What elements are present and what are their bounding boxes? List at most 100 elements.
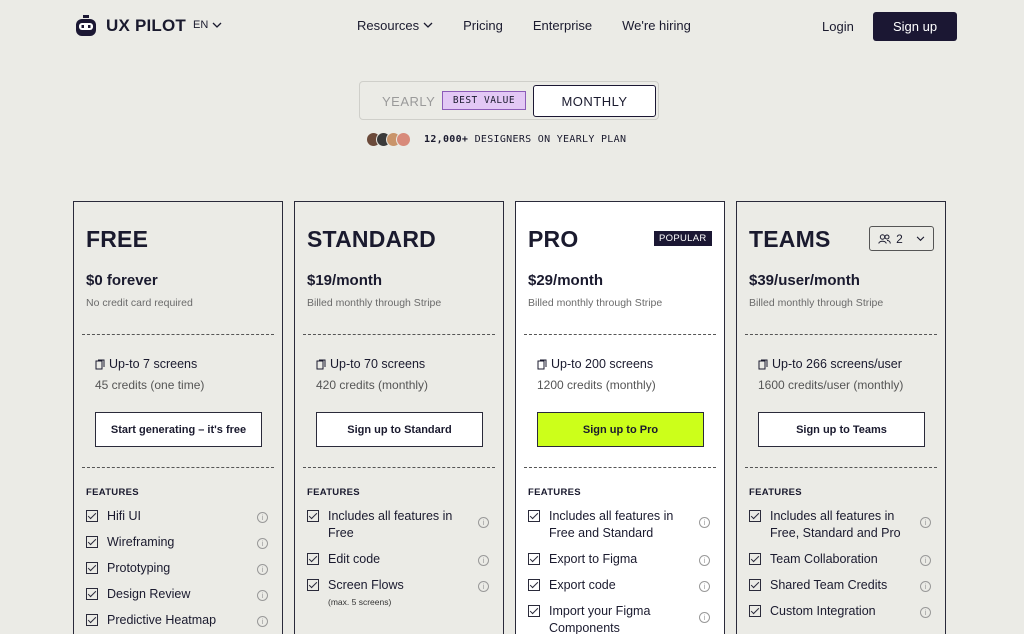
- info-icon[interactable]: i: [257, 538, 268, 549]
- start-generating-button[interactable]: Start generating – it's free: [95, 412, 262, 447]
- nav-link-label: Enterprise: [532, 18, 593, 33]
- info-icon[interactable]: i: [699, 517, 710, 528]
- nav-link-label: We're hiring: [622, 18, 691, 33]
- checkbox-checked-icon: [86, 614, 98, 626]
- screens-label: Up-to 7 screens: [109, 357, 198, 371]
- feature-text: Design Review: [107, 587, 191, 601]
- plan-name: STANDARD: [307, 226, 436, 252]
- checkbox-checked-icon: [528, 605, 540, 617]
- feature-text: Includes all features in Free: [328, 509, 453, 540]
- info-icon[interactable]: i: [920, 555, 931, 566]
- plan-price: $19/month: [307, 272, 383, 289]
- feature-text: Custom Integration: [770, 604, 876, 618]
- features-label: FEATURES: [86, 487, 139, 498]
- features-label: FEATURES: [528, 487, 581, 498]
- divider: [745, 467, 937, 468]
- feature-text: Wireframing: [107, 535, 175, 549]
- feature-text: Prototyping: [107, 561, 171, 575]
- feature-item: Prototyping i: [86, 560, 272, 577]
- plan-screens: Up-to 7 screens: [95, 357, 197, 371]
- chevron-down-icon: [212, 22, 222, 28]
- plan-screens: Up-to 70 screens: [316, 357, 425, 371]
- plan-name: TEAMS: [749, 226, 831, 252]
- language-label: EN: [193, 19, 209, 31]
- feature-item: Export code i: [528, 577, 714, 594]
- robot-pilot-icon: [76, 15, 96, 36]
- info-icon[interactable]: i: [920, 607, 931, 618]
- info-icon[interactable]: i: [478, 517, 489, 528]
- screens-label: Up-to 266 screens/user: [772, 357, 902, 371]
- feature-text: Import your Figma Components: [549, 604, 651, 634]
- nav-link-hiring[interactable]: We're hiring: [622, 18, 691, 33]
- info-icon[interactable]: i: [478, 555, 489, 566]
- info-icon[interactable]: i: [699, 581, 710, 592]
- feature-text: Hifi UI: [107, 509, 142, 523]
- signup-button[interactable]: Sign up: [873, 12, 957, 41]
- feature-subtext: (max. 5 screens): [328, 597, 392, 607]
- signup-teams-button[interactable]: Sign up to Teams: [758, 412, 925, 447]
- nav-link-pricing[interactable]: Pricing: [463, 18, 503, 33]
- info-icon[interactable]: i: [257, 512, 268, 523]
- info-icon[interactable]: i: [920, 581, 931, 592]
- feature-item: Design Review i: [86, 586, 272, 603]
- feature-list: Hifi UI i Wireframing i Prototyping i Desig…: [86, 508, 272, 634]
- feature-text: Export code: [549, 578, 616, 592]
- info-icon[interactable]: i: [257, 564, 268, 575]
- login-link[interactable]: Login: [822, 19, 854, 34]
- checkbox-checked-icon: [528, 510, 540, 522]
- plan-screens: Up-to 200 screens: [537, 357, 653, 371]
- avatar: [396, 132, 411, 147]
- checkbox-checked-icon: [86, 536, 98, 548]
- feature-list: Includes all features in Free i Edit code…: [307, 508, 493, 616]
- toggle-yearly[interactable]: YEARLY: [382, 94, 435, 109]
- nav-link-label: Pricing: [463, 18, 503, 33]
- divider: [524, 334, 716, 335]
- social-proof-label: DESIGNERS ON YEARLY PLAN: [468, 134, 627, 145]
- screens-icon: [758, 359, 768, 369]
- social-proof: 12,000+ DESIGNERS ON YEARLY PLAN: [366, 132, 626, 147]
- chevron-down-icon: [423, 22, 433, 28]
- checkbox-checked-icon: [749, 605, 761, 617]
- info-icon[interactable]: i: [478, 581, 489, 592]
- plan-name: PRO: [528, 226, 579, 252]
- feature-item: Wireframing i: [86, 534, 272, 551]
- plan-card-standard: STANDARD $19/month Billed monthly throug…: [294, 201, 504, 634]
- plan-credits: 1200 credits (monthly): [537, 378, 656, 392]
- seat-count-dropdown[interactable]: 2: [869, 226, 934, 251]
- feature-text: Screen Flows: [328, 578, 404, 592]
- checkbox-checked-icon: [307, 579, 319, 591]
- info-icon[interactable]: i: [699, 555, 710, 566]
- plan-card-teams: TEAMS 2 $39/user/month Billed monthly th…: [736, 201, 946, 634]
- info-icon[interactable]: i: [920, 517, 931, 528]
- info-icon[interactable]: i: [257, 590, 268, 601]
- info-icon[interactable]: i: [257, 616, 268, 627]
- feature-item: Includes all features in Free, Standard …: [749, 508, 935, 542]
- nav-link-resources[interactable]: Resources: [357, 18, 433, 33]
- checkbox-checked-icon: [86, 588, 98, 600]
- top-nav: UX PILOT EN Resources Pricing Enterprise…: [0, 0, 1024, 52]
- plan-note: Billed monthly through Stripe: [749, 297, 884, 309]
- nav-link-enterprise[interactable]: Enterprise: [533, 18, 592, 33]
- plan-card-pro: PRO POPULAR $29/month Billed monthly thr…: [515, 201, 725, 634]
- signup-standard-button[interactable]: Sign up to Standard: [316, 412, 483, 447]
- plan-price: $0 forever: [86, 272, 158, 289]
- feature-item: Includes all features in Free and Standa…: [528, 508, 714, 542]
- plan-price: $39/user/month: [749, 272, 860, 289]
- plan-card-free: FREE $0 forever No credit card required …: [73, 201, 283, 634]
- plan-screens: Up-to 266 screens/user: [758, 357, 902, 371]
- popular-badge: POPULAR: [654, 231, 712, 246]
- language-selector[interactable]: EN: [193, 19, 222, 31]
- logo[interactable]: UX PILOT: [74, 14, 186, 38]
- feature-item: Export to Figma i: [528, 551, 714, 568]
- plan-note: Billed monthly through Stripe: [528, 297, 663, 309]
- avatar-group: [366, 132, 411, 147]
- toggle-monthly[interactable]: MONTHLY: [533, 85, 656, 117]
- feature-item: Team Collaboration i: [749, 551, 935, 568]
- screens-label: Up-to 70 screens: [330, 357, 426, 371]
- info-icon[interactable]: i: [699, 612, 710, 623]
- feature-text: Export to Figma: [549, 552, 638, 566]
- signup-pro-button[interactable]: Sign up to Pro: [537, 412, 704, 447]
- screens-icon: [95, 359, 105, 369]
- seat-count: 2: [896, 231, 903, 246]
- nav-link-label: Resources: [357, 18, 420, 33]
